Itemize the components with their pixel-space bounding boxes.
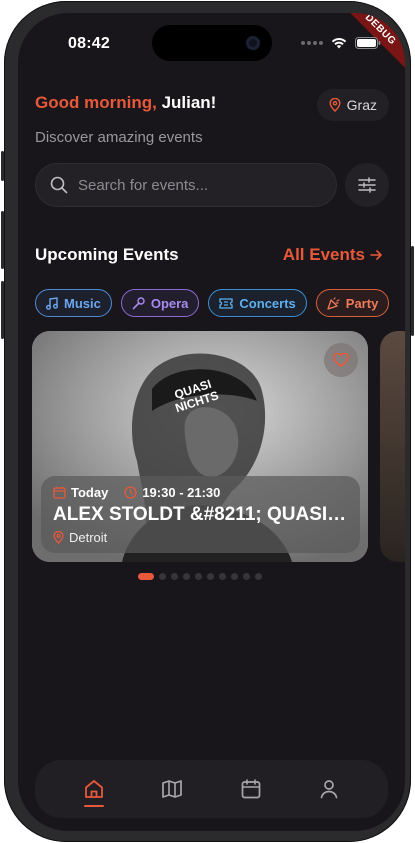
search-bar[interactable]: Search for events...	[35, 163, 337, 207]
chip-label: Concerts	[239, 295, 296, 311]
location-button[interactable]: Graz	[316, 89, 389, 121]
favorite-button[interactable]	[324, 343, 358, 377]
all-events-label: All Events	[282, 245, 365, 264]
event-info-panel: Today 19:30 - 21:30 ALEX STOLDT &#8211; …	[41, 476, 360, 553]
chip-label: Party	[345, 295, 379, 311]
pager-dot[interactable]	[219, 573, 226, 580]
section-title: Upcoming Events	[35, 245, 179, 264]
calendar-icon	[53, 486, 66, 499]
status-icons	[301, 37, 381, 49]
volume-down-button	[1, 281, 4, 339]
heart-icon	[333, 353, 349, 367]
chip-label: Opera	[150, 295, 189, 311]
map-pin-icon	[53, 531, 64, 544]
home-icon	[85, 780, 104, 798]
event-time: 19:30 - 21:30	[142, 485, 221, 500]
pager-dot[interactable]	[195, 573, 202, 580]
map-pin-icon	[329, 98, 341, 112]
pager-dot[interactable]	[231, 573, 238, 580]
search-input[interactable]: Search for events...	[78, 177, 208, 194]
greeting: Good morning, Julian!	[35, 93, 216, 113]
sliders-icon	[358, 177, 376, 193]
greeting-prefix: Good morning,	[35, 93, 157, 112]
calendar-icon	[241, 779, 260, 799]
chip-label: Music	[64, 295, 101, 311]
nav-profile[interactable]	[309, 769, 349, 809]
status-time: 08:42	[68, 35, 110, 52]
volume-up-button	[1, 211, 4, 269]
phone-frame: DEBUG 08:42 Good morning, Julian! Graz D…	[1, 1, 414, 842]
app-screen: DEBUG 08:42 Good morning, Julian! Graz D…	[18, 13, 405, 831]
chip-party[interactable]: Party	[315, 289, 390, 317]
clock-icon	[124, 486, 137, 499]
battery-icon	[355, 37, 381, 49]
event-title: ALEX STOLDT &#8211; QUASI NICHTS	[53, 504, 349, 525]
music-note-icon	[46, 296, 58, 310]
pager-dot[interactable]	[138, 573, 154, 580]
microphone-icon	[132, 296, 145, 309]
pager-dot[interactable]	[171, 573, 178, 580]
active-indicator	[84, 805, 105, 807]
filter-button[interactable]	[345, 163, 389, 207]
bottom-nav	[35, 760, 388, 818]
action-button	[1, 151, 4, 181]
pager-dot[interactable]	[159, 573, 166, 580]
event-date: Today	[71, 485, 109, 500]
party-popper-icon	[327, 296, 340, 310]
power-button	[411, 246, 414, 336]
nav-home[interactable]	[74, 769, 114, 809]
chip-music[interactable]: Music	[35, 289, 112, 317]
camera-icon	[246, 36, 260, 50]
pager-dot[interactable]	[183, 573, 190, 580]
map-icon	[162, 780, 183, 798]
signal-icon	[301, 41, 323, 45]
next-event-card[interactable]	[380, 331, 405, 562]
event-city: Detroit	[69, 530, 108, 545]
event-meta: Today 19:30 - 21:30	[53, 485, 348, 500]
search-icon	[50, 176, 68, 194]
all-events-link[interactable]: All Events	[283, 245, 383, 265]
location-label: Graz	[346, 97, 377, 113]
pager-dot[interactable]	[255, 573, 262, 580]
carousel-pager	[138, 573, 262, 580]
ticket-icon	[219, 297, 234, 309]
chip-opera[interactable]: Opera	[120, 289, 200, 317]
event-card[interactable]: QUASI NICHTS Today 19:30 - 21:30 ALEX ST…	[32, 331, 368, 562]
subtitle: Discover amazing events	[35, 129, 203, 146]
pager-dot[interactable]	[207, 573, 214, 580]
category-chips: Music Opera Concerts Party	[35, 289, 390, 317]
wifi-icon	[331, 38, 347, 49]
nav-calendar[interactable]	[231, 769, 271, 809]
person-icon	[320, 780, 338, 799]
pager-dot[interactable]	[243, 573, 250, 580]
user-name: Julian!	[161, 93, 217, 112]
arrow-right-icon	[370, 250, 382, 260]
event-location: Detroit	[53, 530, 348, 545]
chip-concerts[interactable]: Concerts	[208, 289, 307, 317]
dynamic-island	[152, 25, 272, 61]
nav-map[interactable]	[152, 769, 192, 809]
